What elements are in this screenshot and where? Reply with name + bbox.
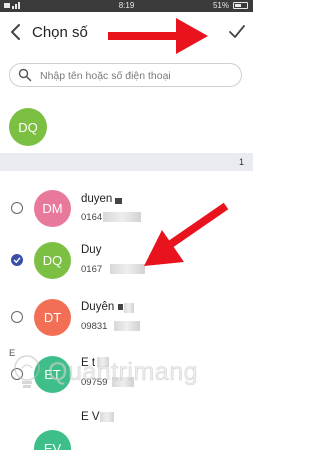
selected-count: 1 xyxy=(238,157,244,167)
contact-name: Duy xyxy=(81,244,102,256)
status-bar: 8:19 51% xyxy=(0,0,253,12)
contact-avatar: EV xyxy=(34,430,71,450)
redaction-mark xyxy=(118,304,123,310)
redaction-blur xyxy=(114,321,140,331)
contact-avatar: DT xyxy=(34,299,71,336)
contact-name: Duyên xyxy=(81,301,115,313)
battery-percent: 51% xyxy=(212,1,229,10)
avatar-initials: DQ xyxy=(42,253,63,268)
contact-name: E V xyxy=(81,411,100,423)
check-icon[interactable] xyxy=(227,22,247,42)
selected-count-bar: 1 xyxy=(0,153,253,171)
redaction-mark xyxy=(115,198,122,204)
watermark: Quantrimang xyxy=(10,352,246,392)
lightbulb-icon xyxy=(14,355,40,388)
page-title: Chọn số xyxy=(32,24,88,41)
avatar-initials: EV xyxy=(43,441,62,450)
search-icon xyxy=(18,68,32,82)
contact-phone: 0164 xyxy=(81,212,103,223)
annotation-arrow-right-icon xyxy=(108,18,208,54)
contact-avatar: DM xyxy=(34,190,71,227)
back-chevron-icon[interactable] xyxy=(8,22,24,42)
selected-contact-avatar[interactable]: DQ xyxy=(9,108,47,146)
checkmark-icon xyxy=(13,257,21,264)
select-radio[interactable] xyxy=(11,202,23,214)
battery-icon xyxy=(233,2,248,9)
contact-row[interactable]: EV E V xyxy=(0,400,253,450)
contact-phone: 0167 xyxy=(81,264,103,275)
contact-name: duyen xyxy=(81,193,113,205)
avatar-initials: DQ xyxy=(18,119,38,135)
annotation-arrow-left-icon xyxy=(144,202,229,266)
redaction-blur xyxy=(103,212,141,222)
contact-avatar: DQ xyxy=(34,242,71,279)
contact-row[interactable]: DT Duyên 09831 xyxy=(0,288,253,344)
redaction-blur xyxy=(100,412,114,422)
search-input[interactable] xyxy=(40,67,235,84)
avatar-initials: DM xyxy=(42,201,63,216)
select-radio[interactable] xyxy=(11,311,23,323)
search-box[interactable] xyxy=(9,63,242,87)
select-radio-checked[interactable] xyxy=(11,254,23,266)
watermark-text: Quantrimang xyxy=(48,358,199,387)
avatar-initials: DT xyxy=(43,310,62,325)
contact-phone: 09831 xyxy=(81,321,108,332)
redaction-blur xyxy=(124,303,134,313)
